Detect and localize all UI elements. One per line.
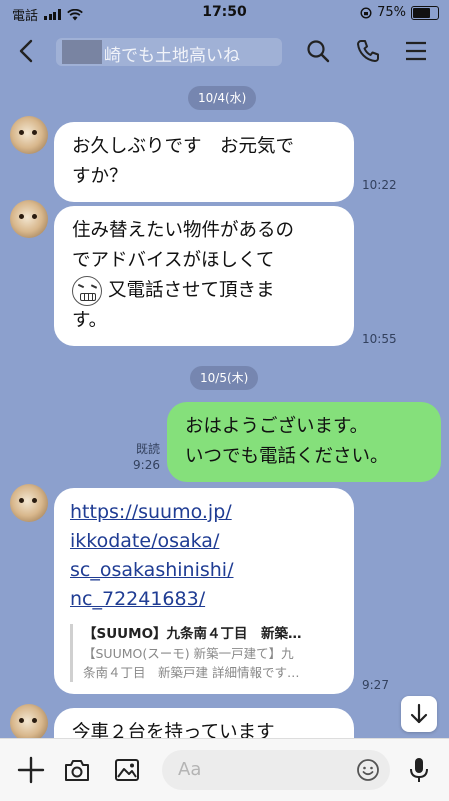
link-preview-description: 条南４丁目 新築戸建 詳細情報です…: [83, 665, 300, 680]
date-divider: 10/5(木): [190, 366, 259, 390]
link-preview[interactable]: 【SUUMO】九条南４丁目 新築… 【SUUMO(スーモ) 新築一戸建て】九 条…: [70, 624, 338, 682]
chat-title[interactable]: 崎でも土地高いね: [56, 38, 282, 66]
url-link[interactable]: ikkodate/osaka/: [70, 527, 338, 556]
chat-header: 崎でも土地高いね: [0, 26, 449, 76]
message-bubble-outgoing[interactable]: おはようございます。 いつでも電話ください。: [167, 402, 441, 482]
avatar[interactable]: [10, 704, 48, 738]
read-receipt: 既読 9:26: [122, 441, 160, 473]
title-mosaic: [62, 40, 102, 64]
message-bubble[interactable]: 今車２台を持っています: [54, 708, 354, 738]
rotation-lock-icon: [360, 6, 372, 19]
link-preview-description: 【SUUMO(スーモ) 新築一戸建て】九: [83, 646, 294, 661]
message-line: お久しぶりです お元気で: [72, 136, 295, 157]
message-time: 9:26: [133, 458, 160, 472]
message-bubble[interactable]: お久しぶりです お元気で すか？: [54, 122, 354, 202]
message-line: 今車２台を持っています: [72, 722, 275, 738]
message-input-placeholder: Aa: [178, 759, 202, 780]
plus-icon[interactable]: [16, 755, 46, 785]
camera-icon[interactable]: [62, 755, 92, 785]
status-right: 75%: [360, 5, 439, 20]
message-line-text: 又電話させて頂きま: [108, 280, 275, 301]
message-line: おはようございます。: [185, 416, 369, 437]
message-line: 住み替えたい物件があるの: [72, 220, 295, 241]
url-link[interactable]: https://suumo.jp/: [70, 498, 338, 527]
battery-icon: [411, 5, 439, 20]
date-divider: 10/4(水): [188, 86, 257, 110]
menu-icon[interactable]: [403, 38, 429, 64]
battery-percent: 75%: [377, 5, 406, 20]
arrow-down-icon: [410, 703, 428, 724]
link-message-bubble[interactable]: https://suumo.jp/ ikkodate/osaka/ sc_osa…: [54, 488, 354, 694]
message-line: 又電話させて頂きま: [72, 276, 336, 306]
message-line: す。: [72, 310, 108, 331]
message-time: 9:27: [362, 678, 389, 692]
message-input-bar: Aa: [0, 738, 449, 801]
scroll-down-button[interactable]: [401, 696, 437, 732]
emoji-icon[interactable]: [356, 758, 380, 782]
chat-title-text: 崎でも土地高いね: [104, 46, 240, 66]
url-link[interactable]: sc_osakashinishi/: [70, 556, 338, 585]
link-preview-title: 【SUUMO】九条南４丁目 新築…: [83, 626, 302, 642]
message-time: 10:55: [362, 332, 397, 346]
message-time: 10:22: [362, 178, 397, 192]
message-input[interactable]: Aa: [162, 750, 390, 790]
message-bubble[interactable]: 住み替えたい物件があるの でアドバイスがほしくて 又電話させて頂きま す。: [54, 206, 354, 346]
search-icon[interactable]: [305, 38, 331, 64]
read-label: 既読: [135, 442, 160, 456]
url-link[interactable]: nc_72241683/: [70, 585, 338, 614]
avatar[interactable]: [10, 116, 48, 154]
message-line: いつでも電話ください。: [185, 446, 389, 467]
phone-icon[interactable]: [355, 38, 381, 64]
back-chevron-icon[interactable]: [14, 37, 40, 65]
microphone-icon[interactable]: [404, 755, 434, 785]
battery-fill: [413, 7, 430, 18]
avatar[interactable]: [10, 200, 48, 238]
laughing-face-sticker-icon: [72, 276, 102, 306]
message-line: すか？: [72, 166, 128, 187]
chat-area[interactable]: 10/4(水) お久しぶりです お元気で すか？ 10:22 住み替えたい物件が…: [0, 76, 449, 738]
message-line: でアドバイスがほしくて: [72, 250, 275, 271]
avatar[interactable]: [10, 484, 48, 522]
image-icon[interactable]: [112, 755, 142, 785]
status-bar: 電話 17:50 75%: [0, 0, 449, 26]
